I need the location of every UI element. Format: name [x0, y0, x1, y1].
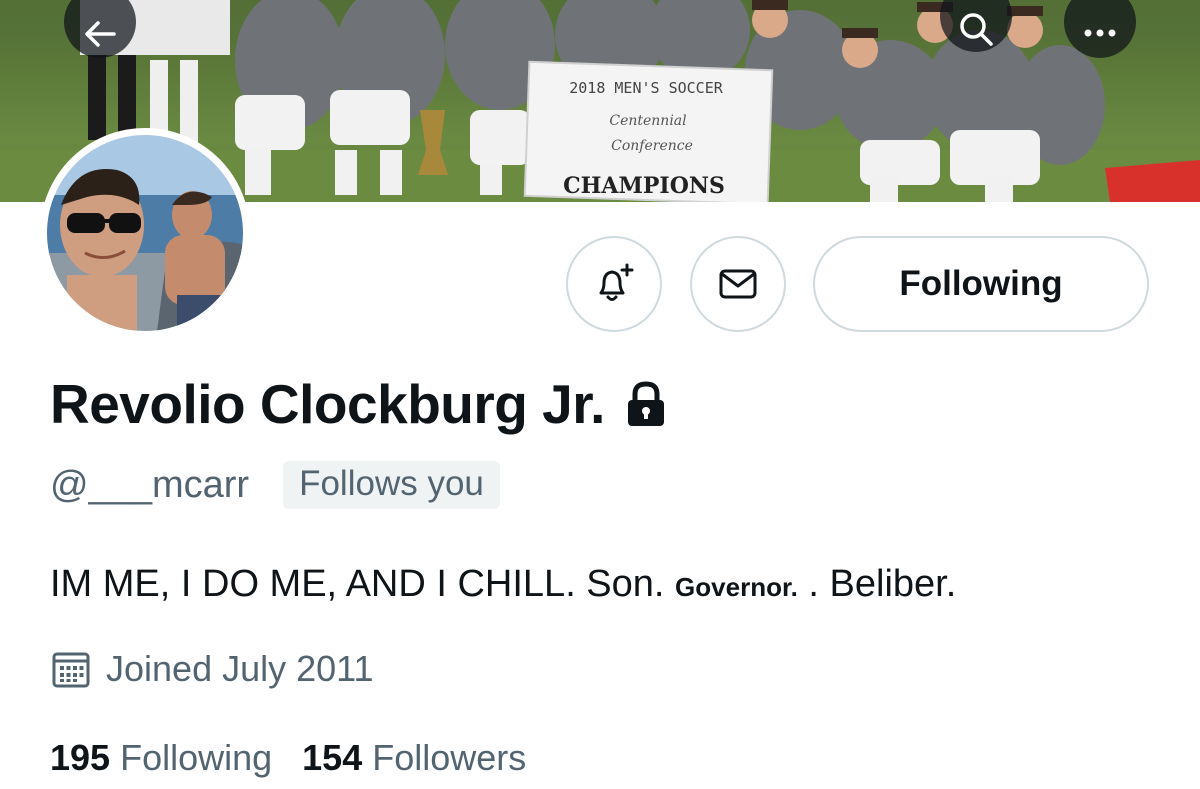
followers-stat[interactable]: 154 Followers [302, 737, 526, 779]
name-row: Revolio Clockburg Jr. [50, 372, 669, 436]
arrow-left-icon [85, 21, 116, 47]
bio-text-3: . Beliber. [797, 563, 957, 605]
follows-you-badge: Follows you [283, 461, 500, 509]
followers-count: 154 [302, 737, 363, 778]
following-label: Following [120, 737, 273, 778]
sign-line-4: CHAMPIONS [563, 173, 725, 199]
display-name: Revolio Clockburg Jr. [50, 373, 605, 435]
avatar[interactable] [40, 128, 250, 338]
bio-text-1: IM ME, I DO ME, AND I CHILL. Son. [50, 563, 676, 605]
search-icon [960, 13, 993, 46]
profile-page: 2018 MEN'S SOCCER Centennial Conference … [0, 0, 1200, 789]
envelope-icon [719, 269, 757, 299]
joined-date: Joined July 2011 [106, 648, 374, 689]
sign-line-2: Centennial [609, 113, 686, 129]
bio-text-2: Governor. [675, 572, 798, 602]
following-button[interactable]: Following [813, 236, 1149, 332]
stats-row: 195 Following 154 Followers [50, 737, 526, 779]
message-button[interactable] [690, 236, 786, 332]
notifications-button[interactable] [566, 236, 662, 332]
following-stat[interactable]: 195 Following [50, 737, 272, 779]
joined-row: Joined July 2011 [50, 648, 374, 690]
calendar-icon [50, 648, 92, 690]
sign-line-3: Conference [611, 138, 693, 154]
bio: IM ME, I DO ME, AND I CHILL. Son. Govern… [50, 563, 956, 606]
user-handle: @___mcarr [50, 463, 250, 506]
avatar-photo [47, 135, 243, 331]
more-horizontal-icon [1084, 29, 1116, 37]
followers-label: Followers [372, 737, 527, 778]
handle-row: @___mcarr Follows you [50, 461, 500, 509]
avatar-image [47, 135, 243, 331]
bell-plus-icon [599, 263, 634, 301]
sign-line-1: 2018 MEN'S SOCCER [569, 79, 723, 97]
following-count: 195 [50, 737, 111, 778]
lock-icon [623, 379, 669, 429]
